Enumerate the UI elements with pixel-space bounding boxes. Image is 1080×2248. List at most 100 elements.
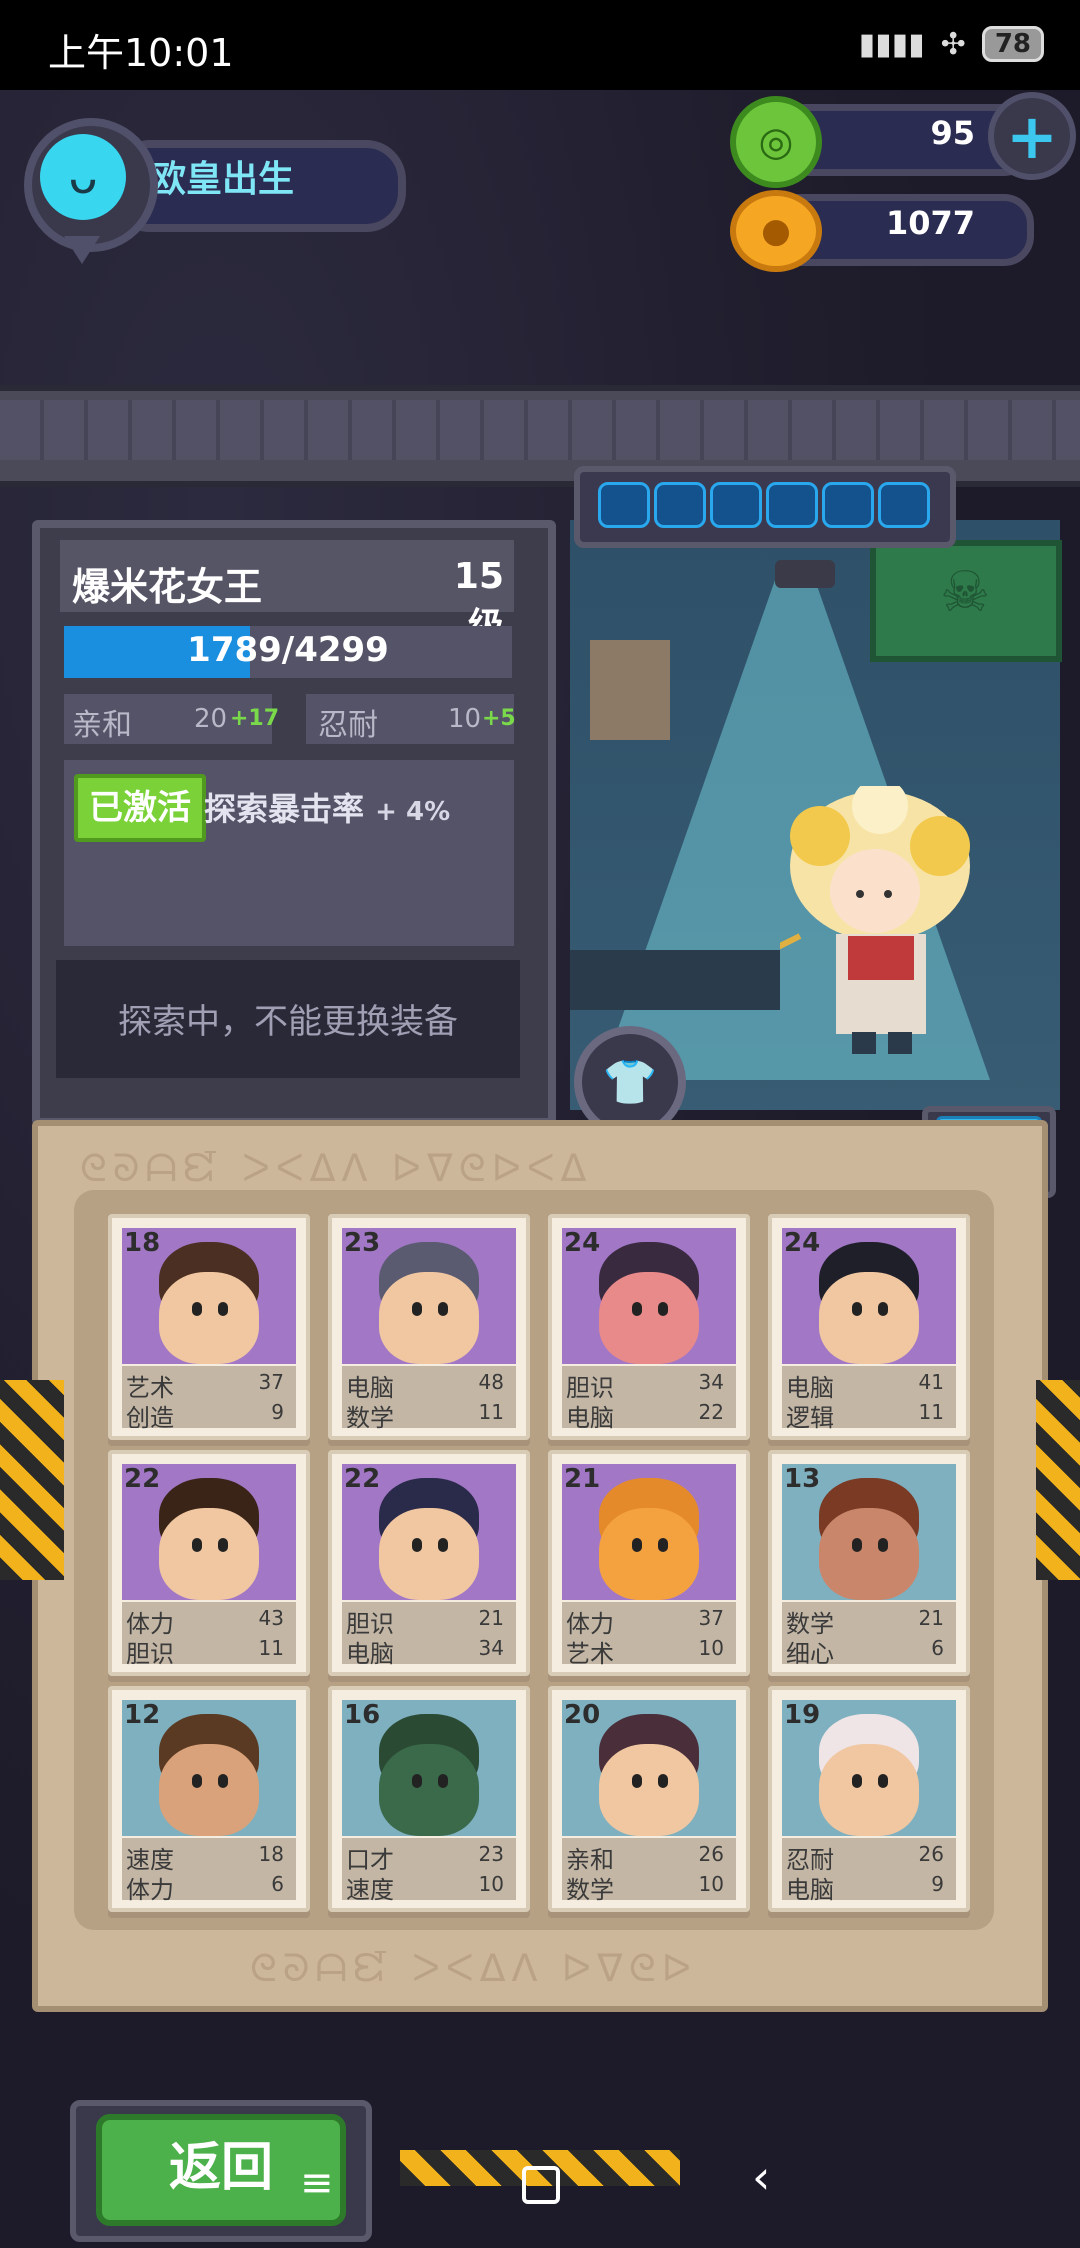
card-stat-value: 10 [698, 1872, 724, 1896]
gems-value: 95 [930, 114, 975, 152]
card-eye [218, 1774, 228, 1788]
card-eye [632, 1538, 642, 1552]
skill-description: 探索暴击率 + 4% [204, 784, 450, 830]
card-stat-2: 数学 11 [346, 1398, 510, 1432]
card-stat-label: 电脑 [566, 1404, 614, 1432]
card-stat-value: 6 [271, 1872, 284, 1896]
character-card[interactable]: 12 速度 18 体力 6 [108, 1686, 310, 1912]
card-stat-label: 速度 [346, 1876, 394, 1904]
stat-endurance: 忍耐 10 +5 [306, 694, 516, 744]
card-face [819, 1272, 919, 1364]
add-gems-button[interactable]: + [988, 92, 1076, 180]
card-face [599, 1508, 699, 1600]
character-card[interactable]: 22 胆识 21 电脑 34 [328, 1450, 530, 1676]
character-card[interactable]: 18 艺术 37 创造 9 [108, 1214, 310, 1440]
card-eye [192, 1774, 202, 1788]
card-level: 22 [344, 1464, 381, 1494]
nav-menu-icon[interactable]: ≡ [300, 2160, 334, 2206]
hazard-stripes-left [0, 1380, 64, 1580]
card-eye [878, 1774, 888, 1788]
ceiling-lamp [775, 560, 835, 588]
card-stat-label: 胆识 [126, 1640, 174, 1668]
card-stat-2: 体力 6 [126, 1870, 290, 1904]
status-time: 上午10:01 [48, 31, 234, 75]
card-level: 21 [564, 1464, 601, 1494]
character-card[interactable]: 13 数学 21 细心 6 [768, 1450, 970, 1676]
card-eye [192, 1302, 202, 1316]
character-card[interactable]: 19 忍耐 26 电脑 9 [768, 1686, 970, 1912]
equipment-locked-text: 探索中，不能更换装备 [118, 1002, 458, 1042]
power-cell [710, 482, 762, 528]
character-card[interactable]: 21 体力 37 艺术 10 [548, 1450, 750, 1676]
card-face [159, 1272, 259, 1364]
stat-label: 忍耐 [318, 708, 378, 743]
card-stat-value: 11 [478, 1400, 504, 1424]
nav-back-icon[interactable]: ‹ [752, 2150, 770, 2204]
stat-label: 亲和 [72, 708, 132, 743]
card-stat-2: 艺术 10 [566, 1634, 730, 1668]
card-eye [438, 1538, 448, 1552]
card-stat-1: 胆识 21 [346, 1604, 510, 1638]
card-stat-1: 体力 37 [566, 1604, 730, 1638]
gem-icon: ◎ [730, 96, 822, 188]
card-stat-1: 忍耐 26 [786, 1840, 950, 1874]
wifi-icon: ✣ [940, 26, 966, 62]
character-card[interactable]: 23 电脑 48 数学 11 [328, 1214, 530, 1440]
card-stat-1: 艺术 37 [126, 1368, 290, 1402]
card-stat-2: 电脑 9 [786, 1870, 950, 1904]
card-face [379, 1508, 479, 1600]
machine-grille [0, 400, 1080, 460]
card-stat-label: 数学 [346, 1404, 394, 1432]
card-face [379, 1272, 479, 1364]
card-stat-1: 胆识 34 [566, 1368, 730, 1402]
skull-icon: ☠ [940, 560, 991, 625]
card-stat-value: 37 [258, 1370, 284, 1394]
card-stat-value: 11 [918, 1400, 944, 1424]
stat-bonus: +17 [230, 706, 280, 731]
nav-home-icon[interactable] [522, 2166, 560, 2204]
card-stat-label: 数学 [566, 1876, 614, 1904]
card-stats: 艺术 37 创造 9 [122, 1366, 296, 1432]
card-eye [412, 1538, 422, 1552]
character-card[interactable]: 16 口才 23 速度 10 [328, 1686, 530, 1912]
card-stat-2: 胆识 11 [126, 1634, 290, 1668]
coins-value: 1077 [885, 204, 975, 242]
card-stats: 速度 18 体力 6 [122, 1838, 296, 1904]
character-card[interactable]: 22 体力 43 胆识 11 [108, 1450, 310, 1676]
card-level: 24 [784, 1228, 821, 1258]
power-cell [654, 482, 706, 528]
card-stat-label: 细心 [786, 1640, 834, 1668]
card-stats: 胆识 34 电脑 22 [562, 1366, 736, 1432]
stat-bonus: +5 [482, 706, 516, 731]
card-stat-value: 34 [698, 1370, 724, 1394]
stat-affinity: 亲和 20 +17 [64, 694, 279, 744]
card-stats: 忍耐 26 电脑 9 [782, 1838, 956, 1904]
card-stat-value: 21 [918, 1606, 944, 1630]
hazard-stripes-right [1036, 1380, 1080, 1580]
card-level: 20 [564, 1700, 601, 1730]
card-stat-1: 数学 21 [786, 1604, 950, 1638]
card-stat-label: 逻辑 [786, 1404, 834, 1432]
card-eye [878, 1538, 888, 1552]
card-stat-1: 电脑 41 [786, 1368, 950, 1402]
card-face [159, 1744, 259, 1836]
stat-value: 20 [194, 704, 228, 734]
card-stats: 口才 23 速度 10 [342, 1838, 516, 1904]
profile-name: 欧皇出生 [150, 159, 295, 200]
planet-coin-icon: ● [730, 190, 822, 272]
card-stat-2: 创造 9 [126, 1398, 290, 1432]
card-eye [852, 1302, 862, 1316]
card-level: 19 [784, 1700, 821, 1730]
card-face [819, 1508, 919, 1600]
card-eye [192, 1538, 202, 1552]
power-cell [766, 482, 818, 528]
card-stat-value: 41 [918, 1370, 944, 1394]
card-stat-value: 10 [698, 1636, 724, 1660]
character-card[interactable]: 24 胆识 34 电脑 22 [548, 1214, 750, 1440]
character-card[interactable]: 20 亲和 26 数学 10 [548, 1686, 750, 1912]
card-stats: 电脑 41 逻辑 11 [782, 1366, 956, 1432]
skill-percent: + 4% [375, 797, 451, 827]
character-card[interactable]: 24 电脑 41 逻辑 11 [768, 1214, 970, 1440]
wall-note [590, 640, 670, 740]
card-stat-2: 速度 10 [346, 1870, 510, 1904]
